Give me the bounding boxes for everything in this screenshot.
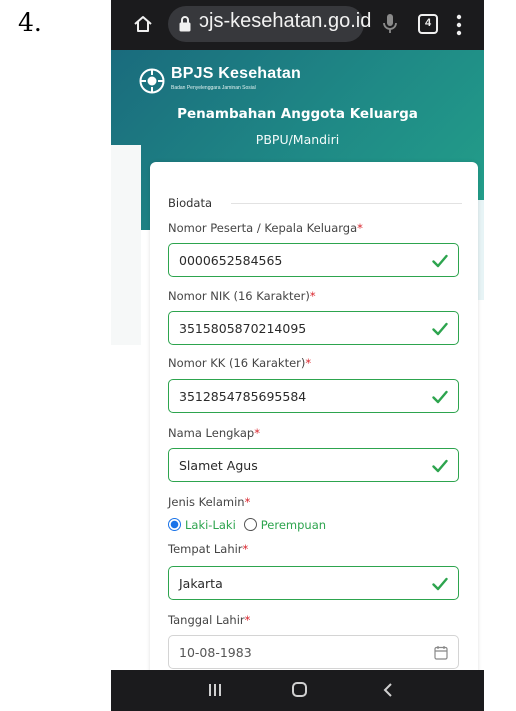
tabs-icon[interactable]: 4 [418, 14, 438, 34]
field-label: Nomor NIK (16 Karakter)* [168, 289, 316, 303]
bpjs-logo-icon [139, 68, 165, 94]
mic-icon[interactable] [382, 12, 398, 36]
divider [231, 203, 462, 204]
required-marker: * [242, 542, 249, 556]
background-panel [111, 145, 141, 345]
check-icon [432, 254, 448, 268]
field-label: Tanggal Lahir* [168, 613, 251, 627]
field-label: Nama Lengkap* [168, 426, 260, 440]
required-marker: * [244, 613, 251, 627]
gender-radio-group: Laki-Laki Perempuan [168, 514, 334, 532]
section-legend: Biodata [168, 196, 213, 210]
url-text[interactable]: ɔjs-kesehatan.go.id [195, 10, 371, 33]
system-nav-bar [111, 670, 484, 711]
nik-input[interactable]: 3515805870214095 [168, 311, 459, 345]
radio-label-laki-laki[interactable]: Laki-Laki [185, 518, 236, 532]
recent-apps-icon[interactable] [208, 683, 222, 697]
check-icon [432, 390, 448, 404]
check-icon [432, 459, 448, 473]
form-card: Biodata Nomor Peserta / Kepala Keluarga*… [150, 162, 478, 682]
field-label: Nomor KK (16 Karakter)* [168, 356, 312, 370]
home-icon[interactable] [133, 14, 153, 34]
page-title: Penambahan Anggota Keluarga [177, 106, 418, 122]
kk-input[interactable]: 3512854785695584 [168, 379, 459, 413]
tanggal-lahir-input[interactable]: 10-08-1983 [168, 635, 459, 669]
input-value: 3512854785695584 [179, 389, 307, 404]
logo-tagline: Badan Penyelenggara Jaminan Sosial [171, 85, 256, 91]
calendar-icon[interactable] [434, 645, 448, 660]
logo-name: BPJS Kesehatan [171, 65, 301, 82]
step-number: 4. [18, 8, 42, 37]
tempat-lahir-input[interactable]: Jakarta [168, 566, 459, 600]
required-marker: * [244, 495, 251, 509]
input-value: 3515805870214095 [179, 321, 307, 336]
field-label: Tempat Lahir* [168, 542, 249, 556]
required-marker: * [357, 221, 363, 235]
gender-label: Jenis Kelamin* [168, 495, 251, 509]
nomor-peserta-input[interactable]: 0000652584565 [168, 243, 459, 277]
required-marker: * [309, 289, 316, 303]
required-marker: * [305, 356, 312, 370]
input-value: 10-08-1983 [179, 645, 252, 660]
radio-laki-laki[interactable] [168, 518, 181, 531]
nama-lengkap-input[interactable]: Slamet Agus [168, 448, 459, 482]
back-icon[interactable] [381, 682, 395, 698]
radio-label-perempuan[interactable]: Perempuan [261, 518, 326, 532]
lock-icon [179, 16, 191, 32]
input-value: Slamet Agus [179, 458, 258, 473]
input-value: 0000652584565 [179, 253, 283, 268]
required-marker: * [254, 426, 260, 440]
home-nav-icon[interactable] [292, 682, 307, 697]
menu-icon[interactable] [456, 14, 462, 36]
phone-screen: ɔjs-kesehatan.go.id 4 BPJS Kesehatan Bad… [111, 0, 484, 711]
page-subtitle: PBPU/Mandiri [255, 132, 340, 147]
field-label: Nomor Peserta / Kepala Keluarga* [168, 221, 363, 235]
input-value: Jakarta [179, 576, 223, 591]
browser-toolbar: ɔjs-kesehatan.go.id 4 [111, 0, 484, 50]
check-icon [432, 577, 448, 591]
check-icon [432, 322, 448, 336]
web-page: BPJS Kesehatan Badan Penyelenggara Jamin… [111, 50, 484, 682]
radio-perempuan[interactable] [243, 518, 257, 531]
